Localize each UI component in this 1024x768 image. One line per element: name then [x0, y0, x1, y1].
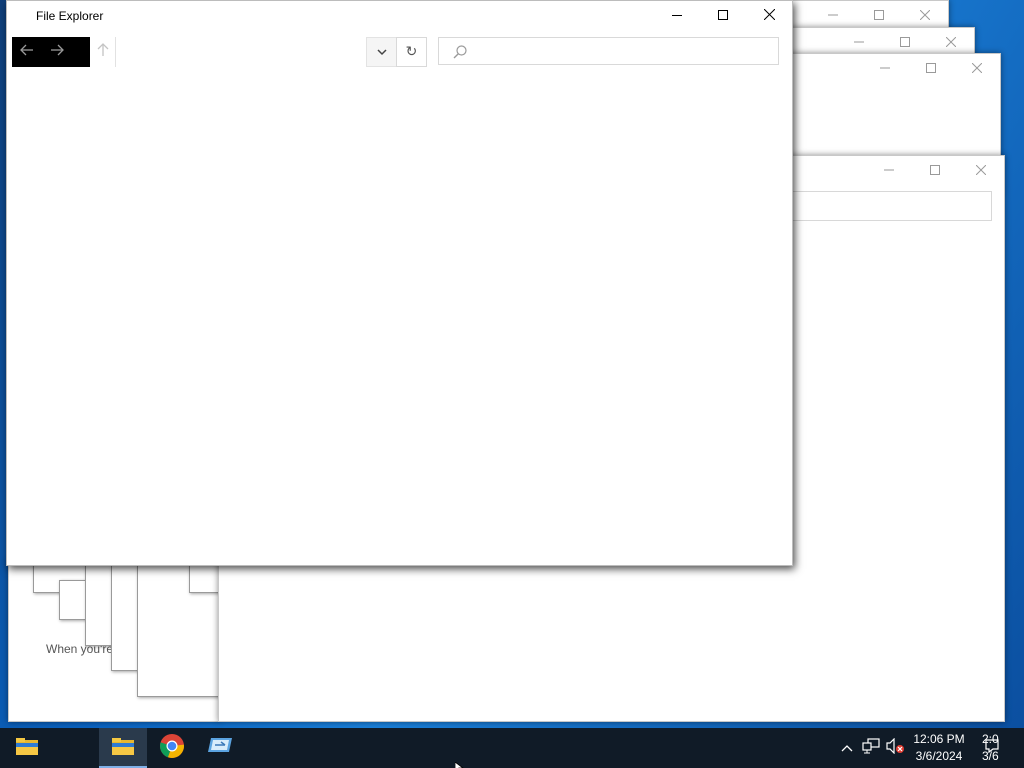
close-button[interactable] — [954, 54, 1000, 82]
run-icon — [207, 735, 233, 762]
maximize-button[interactable] — [908, 54, 954, 82]
window-title: File Explorer — [36, 9, 104, 23]
up-button[interactable] — [91, 37, 115, 67]
minimize-button[interactable] — [810, 1, 856, 29]
file-explorer-window[interactable]: File Explorer ↻ — [6, 0, 793, 566]
window-controls — [810, 1, 948, 29]
window-controls — [836, 28, 974, 56]
window-controls — [654, 1, 792, 31]
window-controls — [866, 156, 1004, 184]
window-controls — [862, 54, 1000, 82]
show-hidden-icons-button[interactable] — [839, 728, 855, 768]
taskbar-file-explorer-active-button[interactable] — [99, 728, 147, 768]
folder-icon — [15, 736, 39, 761]
content-area[interactable] — [7, 71, 792, 565]
minimize-button[interactable] — [836, 28, 882, 56]
maximize-button[interactable] — [882, 28, 928, 56]
desktop: When you're File Explorer ↻ — [0, 0, 1024, 728]
search-box[interactable] — [438, 37, 779, 65]
network-icon — [862, 737, 880, 759]
close-button[interactable] — [928, 28, 974, 56]
chevron-down-icon — [377, 43, 387, 61]
volume-status[interactable] — [885, 728, 907, 768]
maximize-button[interactable] — [856, 1, 902, 29]
folder-icon — [111, 736, 135, 761]
minimize-icon — [672, 7, 682, 25]
forward-button[interactable] — [42, 37, 72, 67]
taskbar-run-button[interactable] — [196, 728, 244, 768]
search-input[interactable] — [471, 41, 765, 63]
chrome-icon — [159, 733, 185, 764]
maximize-button[interactable] — [912, 156, 958, 184]
minimize-button[interactable] — [654, 1, 700, 31]
title-bar[interactable]: File Explorer — [7, 1, 792, 31]
maximize-button[interactable] — [700, 1, 746, 31]
close-button[interactable] — [902, 1, 948, 29]
search-icon — [452, 44, 468, 60]
navigation-bar: ↻ — [7, 35, 792, 69]
volume-muted-icon — [886, 737, 906, 759]
arrow-up-icon — [97, 42, 109, 62]
arrow-left-icon — [20, 43, 34, 61]
minimize-button[interactable] — [866, 156, 912, 184]
clock-date: 3/6/2024 — [915, 749, 963, 763]
address-dropdown-button[interactable] — [366, 37, 397, 67]
taskbar-chrome-button[interactable] — [148, 728, 196, 768]
taskbar: 12:06 PM 3/6/2024 2:0 3/6 — [0, 728, 1024, 768]
taskbar-file-explorer-button[interactable] — [3, 728, 51, 768]
minimize-button[interactable] — [862, 54, 908, 82]
mouse-cursor-icon — [454, 759, 467, 768]
history-buttons — [12, 37, 90, 67]
refresh-button[interactable]: ↻ — [396, 37, 427, 67]
clock[interactable]: 12:06 PM 3/6/2024 — [910, 731, 968, 765]
close-icon — [763, 7, 775, 25]
network-status[interactable] — [861, 728, 881, 768]
cascade-window[interactable] — [189, 565, 221, 593]
notification-icon — [984, 738, 1000, 759]
close-button[interactable] — [746, 1, 792, 31]
clock-time: 12:06 PM — [913, 732, 965, 746]
notifications-button[interactable] — [982, 728, 1002, 768]
maximize-icon — [718, 7, 728, 25]
close-button[interactable] — [958, 156, 1004, 184]
chevron-up-icon — [841, 739, 853, 757]
arrow-right-icon — [50, 43, 64, 61]
separator — [115, 37, 116, 67]
back-button[interactable] — [12, 37, 42, 67]
